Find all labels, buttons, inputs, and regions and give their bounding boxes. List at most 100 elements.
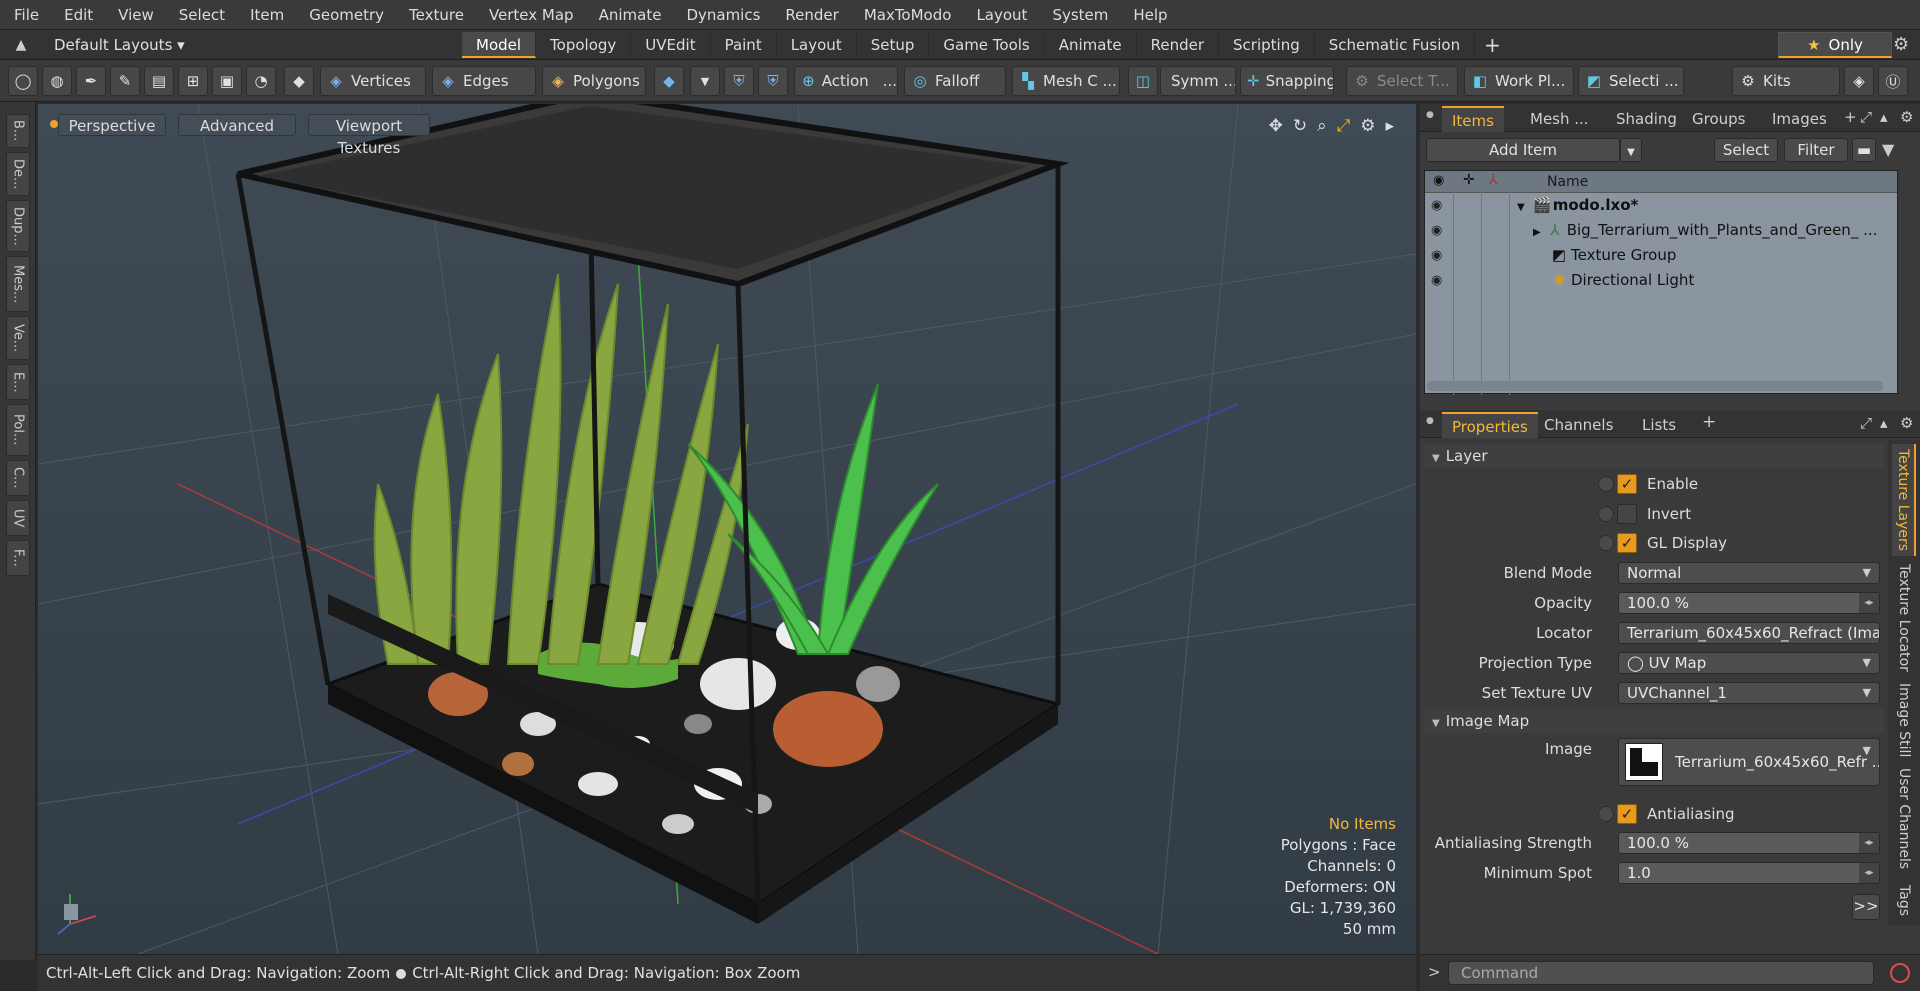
perspective-button[interactable]: Perspective [58, 114, 166, 136]
menu-system[interactable]: System [1038, 0, 1119, 30]
tab-groups[interactable]: Groups [1692, 106, 1745, 132]
tab-channels[interactable]: Channels [1544, 412, 1613, 438]
eye-icon[interactable]: ◉ [1431, 218, 1442, 243]
tab-schematic-fusion[interactable]: Schematic Fusion [1315, 32, 1476, 58]
work-plane-button[interactable]: ◧ Work Pl... [1464, 66, 1574, 96]
add-tab-icon[interactable]: + [1484, 30, 1501, 60]
list-item[interactable]: ◉ ◩ Texture Group [1425, 243, 1897, 268]
play-icon[interactable]: ▸ [1385, 116, 1394, 136]
expand-icon[interactable]: ⤢ [1860, 414, 1872, 432]
mode-dropdown[interactable]: ▼ [690, 66, 720, 96]
image-map-section[interactable]: ▼ Image Map [1424, 709, 1884, 733]
spinner-icon[interactable]: ◂▸ [1859, 833, 1879, 853]
pen-button[interactable]: ✒ [76, 66, 106, 96]
select-button[interactable]: Select [1714, 138, 1778, 162]
menu-animate[interactable]: Animate [585, 0, 673, 30]
left-tool-duplicate[interactable]: Dup... [6, 200, 30, 252]
tab-scripting[interactable]: Scripting [1219, 32, 1315, 58]
tab-layout[interactable]: Layout [777, 32, 857, 58]
pan-icon[interactable]: ✥ [1269, 116, 1283, 136]
left-tool-basic[interactable]: B... [6, 114, 30, 148]
tab-tags[interactable]: Tags [1892, 878, 1916, 922]
expanded-arrow-icon[interactable]: ▼ [1517, 202, 1525, 213]
snapping-button[interactable]: ✛ Snapping [1240, 66, 1334, 96]
tab-paint[interactable]: Paint [711, 32, 777, 58]
tab-properties[interactable]: Properties [1442, 412, 1538, 438]
spinner-icon[interactable]: ◂▸ [1859, 593, 1879, 613]
gear-icon[interactable]: ⚙ [1893, 34, 1909, 55]
left-tool-edge[interactable]: E... [6, 364, 30, 400]
shield-a-button[interactable]: ⛨ [724, 66, 754, 96]
tab-texture-layers[interactable]: Texture Layers [1892, 444, 1916, 556]
eye-icon[interactable]: ◉ [1431, 268, 1442, 293]
panel-dot-icon[interactable]: ● [1426, 416, 1434, 426]
tab-images[interactable]: Images [1772, 106, 1827, 132]
record-icon[interactable] [1890, 963, 1910, 983]
left-tool-fusion[interactable]: F... [6, 540, 30, 576]
unity-button[interactable]: ◈ [1844, 66, 1874, 96]
tab-texture-locator[interactable]: Texture Locator [1892, 560, 1916, 676]
viewport-gear-icon[interactable]: ⚙ [1360, 116, 1375, 136]
antialiasing-checkbox[interactable]: ✓ Antialiasing [1598, 802, 1735, 826]
selection-sets-button[interactable]: ◩ Selecti ... [1578, 66, 1684, 96]
collapse-up-icon[interactable]: ▲ [12, 36, 30, 54]
shield-b-button[interactable]: ⛨ [758, 66, 788, 96]
panel-dot-icon[interactable]: ● [1426, 110, 1434, 120]
left-tool-uv[interactable]: UV [6, 500, 30, 536]
tab-animate[interactable]: Animate [1045, 32, 1137, 58]
more-button[interactable]: >> [1852, 894, 1880, 920]
expand-icon[interactable]: ⤢ [1860, 108, 1872, 126]
menu-file[interactable]: File [0, 0, 50, 30]
material-button[interactable]: ◆ [654, 66, 684, 96]
horizontal-scrollbar[interactable] [1427, 381, 1883, 391]
vertices-button[interactable]: ◈ Vertices [320, 66, 426, 96]
list-item[interactable]: ◉ ▼ 🎬modo.lxo* [1425, 193, 1897, 218]
list-item[interactable]: ◉ ✺ Directional Light [1425, 268, 1897, 293]
menu-help[interactable]: Help [1119, 0, 1178, 30]
grid-button[interactable]: ⊞ [178, 66, 208, 96]
tab-render[interactable]: Render [1137, 32, 1220, 58]
tab-items[interactable]: Items [1442, 106, 1504, 132]
brush-button[interactable]: ✎ [110, 66, 140, 96]
left-tool-polygon[interactable]: Pol... [6, 404, 30, 456]
rotate-icon[interactable]: ↻ [1293, 116, 1307, 136]
advanced-button[interactable]: Advanced [178, 114, 296, 136]
command-input[interactable]: Command [1448, 961, 1874, 985]
mesh-constraint-button[interactable]: ▚ Mesh C ... [1012, 66, 1120, 96]
symmetry-button[interactable]: Symm ... [1160, 66, 1236, 96]
menu-render[interactable]: Render [771, 0, 849, 30]
antialiasing-strength-field[interactable]: 100.0 % ◂▸ [1618, 832, 1880, 854]
tab-add-icon[interactable]: + [1844, 108, 1857, 126]
tab-mesh[interactable]: Mesh ... [1530, 106, 1589, 132]
set-texture-uv-select[interactable]: UVChannel_1 ▼ [1618, 682, 1880, 704]
globe-button[interactable]: ◍ [42, 66, 72, 96]
polygons-button[interactable]: ◈ Polygons [542, 66, 646, 96]
select-through-button[interactable]: ⚙ Select T... [1346, 66, 1458, 96]
snap-circle-button[interactable]: ◔ [246, 66, 276, 96]
gl-display-checkbox[interactable]: ✓ GL Display [1598, 531, 1727, 555]
zoom-icon[interactable]: ⌕ [1317, 116, 1327, 136]
3d-viewport[interactable]: Perspective Advanced Viewport Textures ✥… [38, 104, 1416, 954]
tab-user-channels[interactable]: User Channels [1892, 764, 1916, 874]
menu-select[interactable]: Select [165, 0, 236, 30]
menu-icon[interactable]: ▴ [1880, 108, 1888, 126]
tab-uvedit[interactable]: UVEdit [631, 32, 711, 58]
left-tool-curve[interactable]: C... [6, 460, 30, 496]
menu-view[interactable]: View [104, 0, 165, 30]
minimum-spot-field[interactable]: 1.0 ◂▸ [1618, 862, 1880, 884]
list-item[interactable]: ◉ ▶ ⅄ Big_Terrarium_with_Plants_and_Green_… [1425, 218, 1897, 243]
menu-layout[interactable]: Layout [962, 0, 1038, 30]
invert-checkbox[interactable]: Invert [1598, 502, 1691, 526]
only-button[interactable]: ★ Only [1778, 32, 1892, 58]
add-item-button[interactable]: Add Item [1426, 138, 1620, 162]
symmetry-toggle[interactable]: ◫ [1128, 66, 1158, 96]
collapse-button[interactable]: ▬ [1852, 138, 1876, 162]
tab-lists[interactable]: Lists [1642, 412, 1676, 438]
eye-icon[interactable]: ◉ [1431, 243, 1442, 268]
layout-selector[interactable]: Default Layouts ▾ [54, 30, 185, 60]
menu-dynamics[interactable]: Dynamics [672, 0, 771, 30]
viewport-textures-button[interactable]: Viewport Textures [308, 114, 430, 157]
menu-icon[interactable]: ▴ [1880, 414, 1888, 432]
menu-geometry[interactable]: Geometry [295, 0, 395, 30]
items-gear-icon[interactable]: ⚙ [1900, 108, 1913, 126]
